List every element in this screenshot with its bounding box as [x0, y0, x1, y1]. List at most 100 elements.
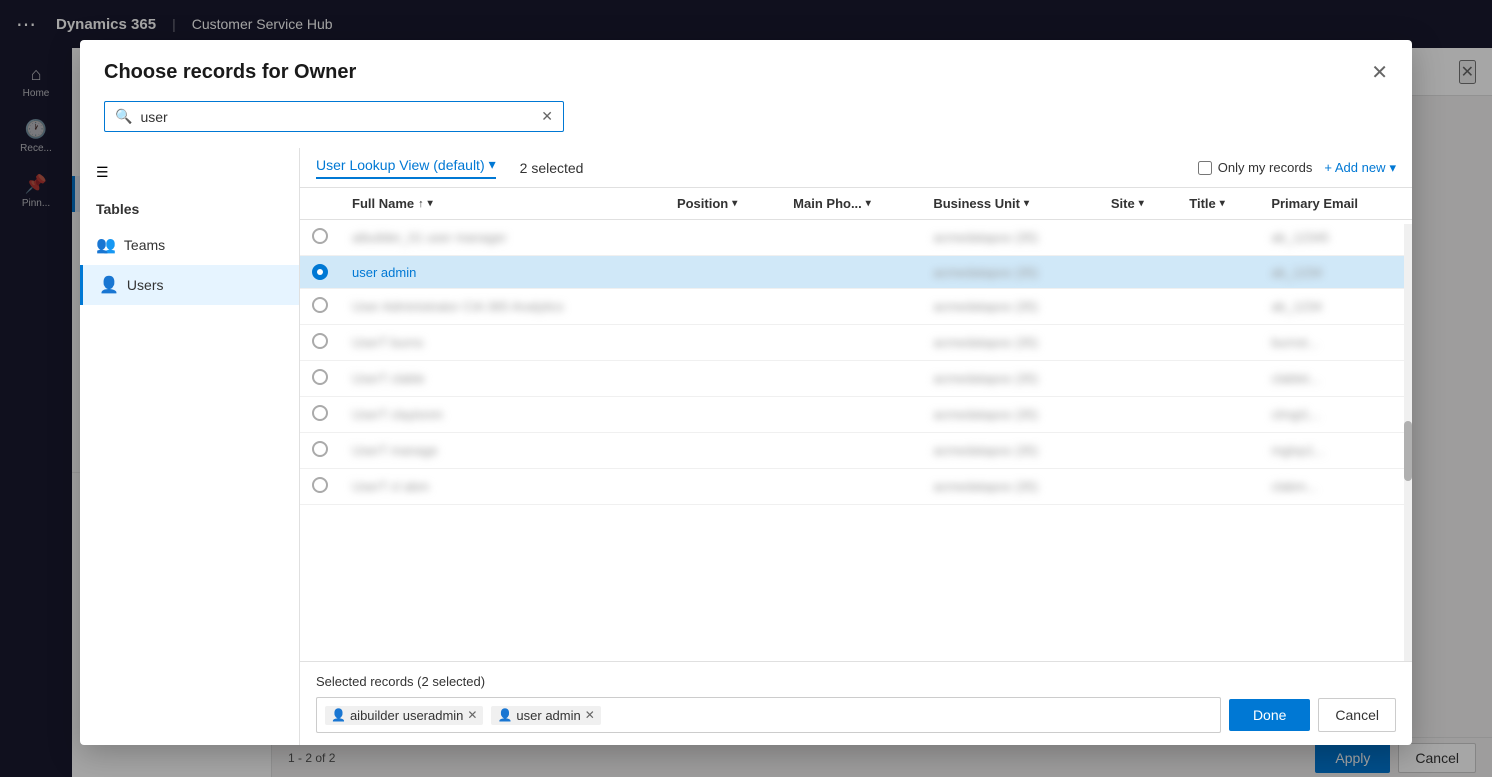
selected-records-label: Selected records (2 selected) [316, 674, 1396, 689]
tables-menu-icon[interactable]: ☰ [80, 160, 299, 193]
th-email: Primary Email [1259, 188, 1412, 220]
table-row[interactable]: UserT cl abm acmedatapos (35) clabm... [300, 469, 1412, 505]
position-filter-icon[interactable]: ▾ [732, 198, 737, 209]
search-area: 🔍 ✕ [80, 85, 1412, 132]
row-email: clabm... [1259, 469, 1412, 505]
row-radio-button-checked[interactable] [312, 264, 328, 280]
tables-item-teams[interactable]: 👥 Teams [80, 225, 299, 265]
table-row[interactable]: UserT clable acmedatapos (35) clablet... [300, 361, 1412, 397]
row-email: clablet... [1259, 361, 1412, 397]
th-site[interactable]: Site ▾ [1099, 188, 1177, 220]
only-my-records-checkbox[interactable] [1198, 161, 1212, 175]
tables-panel: ☰ Tables 👥 Teams 👤 Users [80, 148, 300, 745]
row-phone [781, 361, 921, 397]
row-email: ab_1234 [1259, 289, 1412, 325]
row-checkbox-cell[interactable] [300, 289, 340, 325]
row-checkbox-cell[interactable] [300, 220, 340, 256]
selected-tag-useradmin: 👤 user admin ✕ [491, 706, 600, 725]
row-full-name: UserT cl abm [340, 469, 665, 505]
view-selector-chevron-icon: ▾ [489, 156, 496, 173]
table-row[interactable]: User Administrator CIA 365 Analytics acm… [300, 289, 1412, 325]
row-checkbox-cell[interactable] [300, 433, 340, 469]
table-row[interactable]: UserT manage acmedatapos (35) mgtsp1... [300, 433, 1412, 469]
table-row[interactable]: UserT claytonm acmedatapos (35) clmgt1..… [300, 397, 1412, 433]
modal-title: Choose records for Owner [104, 61, 356, 84]
row-title [1177, 325, 1259, 361]
only-my-records-toggle[interactable]: Only my records [1198, 160, 1313, 175]
table-row[interactable]: user admin acmedatapos (35) ab_1234 [300, 256, 1412, 289]
add-new-label: + Add new [1324, 160, 1385, 175]
row-position [665, 325, 781, 361]
scrollbar-thumb[interactable] [1404, 421, 1412, 481]
row-site [1099, 469, 1177, 505]
row-title [1177, 220, 1259, 256]
table-row[interactable]: aibuilder_01 user manager acmedatapos (3… [300, 220, 1412, 256]
remove-tag-aibuilder-button[interactable]: ✕ [467, 708, 477, 722]
table-body: aibuilder_01 user manager acmedatapos (3… [300, 220, 1412, 505]
row-phone [781, 220, 921, 256]
table-header: Full Name ↑ ▾ Position ▾ [300, 188, 1412, 220]
modal-close-button[interactable]: ✕ [1371, 60, 1388, 85]
main-phone-filter-icon[interactable]: ▾ [866, 198, 871, 209]
full-name-filter-icon[interactable]: ▾ [428, 198, 433, 209]
users-table: Full Name ↑ ▾ Position ▾ [300, 188, 1412, 505]
row-checkbox-cell[interactable] [300, 397, 340, 433]
th-business-unit[interactable]: Business Unit ▾ [921, 188, 1099, 220]
row-business-unit: acmedatapos (35) [921, 433, 1099, 469]
row-email: ab_1234 [1259, 256, 1412, 289]
row-radio-button[interactable] [312, 477, 328, 493]
site-filter-icon[interactable]: ▾ [1139, 198, 1144, 209]
row-checkbox-cell[interactable] [300, 325, 340, 361]
user-admin-link[interactable]: user admin [352, 265, 416, 280]
row-position [665, 289, 781, 325]
records-panel: User Lookup View (default) ▾ 2 selected … [300, 148, 1412, 745]
search-input[interactable] [140, 109, 533, 125]
row-radio-button[interactable] [312, 228, 328, 244]
search-clear-button[interactable]: ✕ [541, 108, 553, 125]
row-radio-button[interactable] [312, 405, 328, 421]
tables-item-users[interactable]: 👤 Users [80, 265, 299, 305]
selected-footer-wrap: 👤 aibuilder useradmin ✕ 👤 user admin ✕ D… [316, 697, 1396, 733]
remove-tag-useradmin-button[interactable]: ✕ [585, 708, 595, 722]
teams-icon: 👥 [96, 235, 116, 255]
row-title [1177, 433, 1259, 469]
row-business-unit: acmedatapos (35) [921, 361, 1099, 397]
row-position [665, 433, 781, 469]
row-business-unit: acmedatapos (35) [921, 256, 1099, 289]
done-button[interactable]: Done [1229, 699, 1310, 731]
row-title [1177, 469, 1259, 505]
view-selector[interactable]: User Lookup View (default) ▾ [316, 156, 496, 179]
row-position [665, 256, 781, 289]
row-email: mgtsp1... [1259, 433, 1412, 469]
table-row[interactable]: UserT burns acmedatapos (35) burnst... [300, 325, 1412, 361]
selected-tag-aibuilder: 👤 aibuilder useradmin ✕ [325, 706, 483, 725]
cancel-modal-button[interactable]: Cancel [1318, 698, 1396, 732]
th-full-name[interactable]: Full Name ↑ ▾ [340, 188, 665, 220]
row-email: ab_12345 [1259, 220, 1412, 256]
modal-body: ☰ Tables 👥 Teams 👤 Users User Lookup Vie… [80, 148, 1412, 745]
tags-input-area: 👤 aibuilder useradmin ✕ 👤 user admin ✕ [316, 697, 1221, 733]
row-radio-button[interactable] [312, 441, 328, 457]
add-new-button[interactable]: + Add new ▾ [1324, 160, 1396, 176]
row-business-unit: acmedatapos (35) [921, 220, 1099, 256]
choose-records-modal: Choose records for Owner ✕ 🔍 ✕ ☰ Tables … [80, 40, 1412, 745]
row-site [1099, 433, 1177, 469]
row-email: clmgt1... [1259, 397, 1412, 433]
th-main-phone[interactable]: Main Pho... ▾ [781, 188, 921, 220]
business-unit-filter-icon[interactable]: ▾ [1024, 198, 1029, 209]
selected-records-footer: Selected records (2 selected) 👤 aibuilde… [300, 661, 1412, 745]
row-site [1099, 397, 1177, 433]
th-title[interactable]: Title ▾ [1177, 188, 1259, 220]
row-checkbox-cell[interactable] [300, 256, 340, 289]
row-checkbox-cell[interactable] [300, 361, 340, 397]
row-radio-button[interactable] [312, 297, 328, 313]
row-business-unit: acmedatapos (35) [921, 469, 1099, 505]
row-position [665, 361, 781, 397]
row-radio-button[interactable] [312, 333, 328, 349]
row-full-name: aibuilder_01 user manager [340, 220, 665, 256]
scrollbar-track[interactable] [1404, 224, 1412, 661]
th-position[interactable]: Position ▾ [665, 188, 781, 220]
row-checkbox-cell[interactable] [300, 469, 340, 505]
title-filter-icon[interactable]: ▾ [1220, 198, 1225, 209]
row-radio-button[interactable] [312, 369, 328, 385]
